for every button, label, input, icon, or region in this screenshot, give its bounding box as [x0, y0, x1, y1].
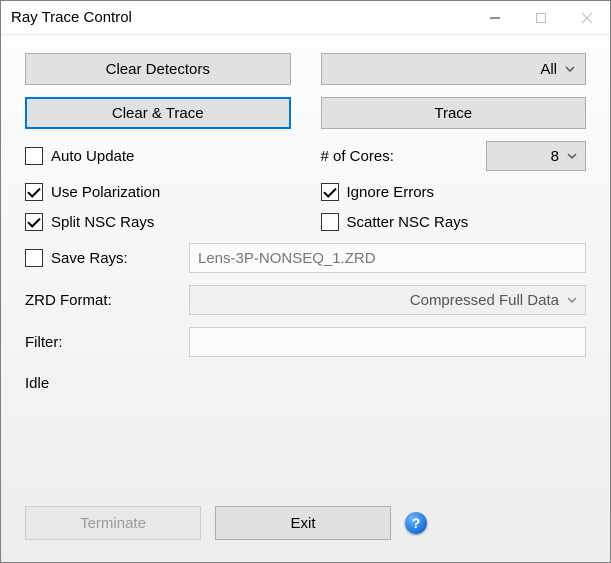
trace-button[interactable]: Trace [321, 97, 587, 129]
detector-scope-value: All [540, 61, 557, 78]
split-nsc-row: Split NSC Rays [25, 213, 291, 231]
chevron-down-icon [567, 295, 577, 305]
help-button[interactable]: ? [405, 512, 427, 534]
save-rays-check-group: Save Rays: [25, 249, 175, 267]
window-title: Ray Trace Control [11, 9, 132, 26]
titlebar: Ray Trace Control [1, 1, 610, 35]
filter-label: Filter: [25, 334, 175, 351]
clear-detectors-label: Clear Detectors [106, 61, 210, 78]
maximize-icon [535, 12, 547, 24]
clear-and-trace-label: Clear & Trace [112, 105, 204, 122]
use-polarization-label: Use Polarization [51, 184, 160, 201]
footer: Terminate Exit ? [25, 490, 586, 540]
top-button-grid: Clear Detectors All Clear & Trace Trace … [25, 53, 586, 231]
window-buttons [472, 1, 610, 34]
scatter-nsc-label: Scatter NSC Rays [347, 214, 469, 231]
clear-and-trace-button[interactable]: Clear & Trace [25, 97, 291, 129]
save-rays-file-input[interactable]: Lens-3P-NONSEQ_1.ZRD [189, 243, 586, 273]
cores-select[interactable]: 8 [486, 141, 586, 171]
auto-update-label: Auto Update [51, 148, 134, 165]
chevron-down-icon [565, 64, 575, 74]
help-icon: ? [412, 515, 421, 531]
trace-label: Trace [434, 105, 472, 122]
status-text: Idle [25, 375, 586, 392]
client-area: Clear Detectors All Clear & Trace Trace … [1, 35, 610, 562]
split-nsc-label: Split NSC Rays [51, 214, 154, 231]
close-icon [581, 12, 593, 24]
minimize-icon [489, 12, 501, 24]
filter-row: Filter: [25, 327, 586, 357]
terminate-button: Terminate [25, 506, 201, 540]
auto-update-row: Auto Update [25, 141, 291, 171]
maximize-button [518, 1, 564, 34]
auto-update-checkbox[interactable] [25, 147, 43, 165]
cores-value: 8 [551, 148, 559, 165]
save-rays-row: Save Rays: Lens-3P-NONSEQ_1.ZRD [25, 243, 586, 273]
scatter-nsc-checkbox[interactable] [321, 213, 339, 231]
ignore-errors-label: Ignore Errors [347, 184, 435, 201]
use-polarization-row: Use Polarization [25, 183, 291, 201]
ignore-errors-row: Ignore Errors [321, 183, 587, 201]
minimize-button[interactable] [472, 1, 518, 34]
zrd-format-value: Compressed Full Data [410, 292, 559, 309]
use-polarization-checkbox[interactable] [25, 183, 43, 201]
chevron-down-icon [567, 151, 577, 161]
cores-label: # of Cores: [321, 148, 394, 165]
close-button[interactable] [564, 1, 610, 34]
detector-scope-dropdown[interactable]: All [321, 53, 587, 85]
exit-button[interactable]: Exit [215, 506, 391, 540]
terminate-label: Terminate [80, 515, 146, 532]
split-nsc-checkbox[interactable] [25, 213, 43, 231]
ray-trace-control-window: Ray Trace Control Clear Detectors All Cl [0, 0, 611, 563]
save-rays-label: Save Rays: [51, 250, 128, 267]
zrd-format-select[interactable]: Compressed Full Data [189, 285, 586, 315]
ignore-errors-checkbox[interactable] [321, 183, 339, 201]
cores-row: # of Cores: 8 [321, 141, 587, 171]
zrd-format-row: ZRD Format: Compressed Full Data [25, 285, 586, 315]
exit-label: Exit [290, 515, 315, 532]
save-rays-file-value: Lens-3P-NONSEQ_1.ZRD [198, 250, 376, 267]
save-rays-checkbox[interactable] [25, 249, 43, 267]
clear-detectors-button[interactable]: Clear Detectors [25, 53, 291, 85]
zrd-format-label: ZRD Format: [25, 292, 175, 309]
scatter-nsc-row: Scatter NSC Rays [321, 213, 587, 231]
filter-input[interactable] [189, 327, 586, 357]
